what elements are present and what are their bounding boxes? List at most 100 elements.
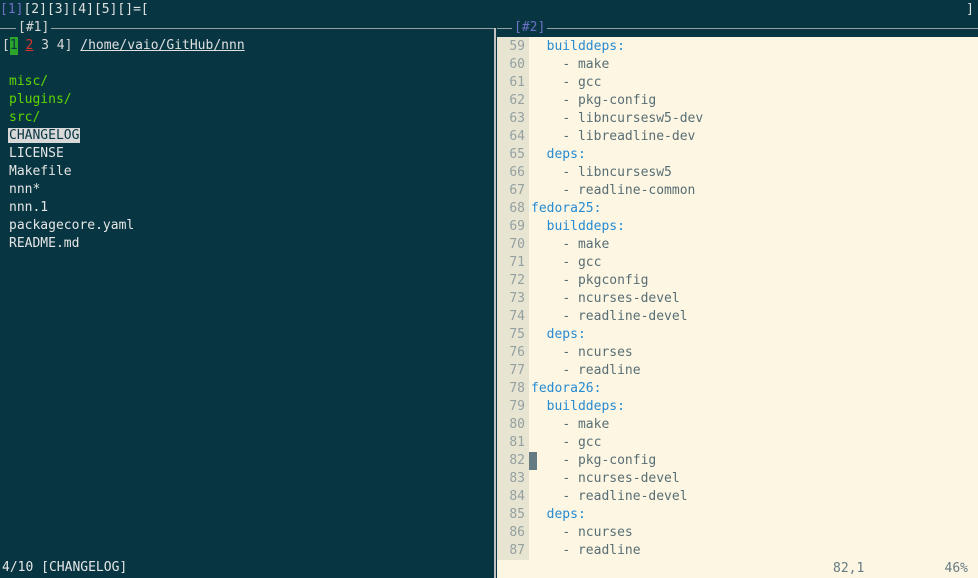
code-line: builddeps: — [531, 218, 625, 236]
line-number: 75 — [509, 327, 525, 342]
line-number: 65 — [509, 147, 525, 162]
file-entry[interactable]: misc/ — [9, 73, 48, 91]
line-number: 78 — [509, 381, 525, 396]
tag-3[interactable]: [3] — [47, 0, 70, 20]
file-entry[interactable]: src/ — [9, 109, 40, 127]
context-1[interactable]: 1 — [9, 37, 18, 55]
yaml-value: - ncurses-devel — [562, 291, 680, 306]
line-number: 84 — [509, 489, 525, 504]
right-pane-title: [#2] — [512, 20, 548, 36]
cursor-position: 82,1 — [833, 561, 865, 576]
yaml-value: - readline-devel — [562, 309, 688, 324]
line-number: 59 — [509, 39, 525, 54]
context-open-bracket: [ — [2, 38, 10, 53]
line-number: 74 — [509, 309, 525, 324]
yaml-value: - libncursesw5-dev — [562, 111, 704, 126]
yaml-key: builddeps: — [546, 219, 625, 234]
code-line: - gcc — [531, 254, 601, 272]
code-line: - readline-devel — [531, 308, 688, 326]
file-entry[interactable]: CHANGELOG — [8, 127, 81, 145]
file-entry[interactable]: nnn* — [9, 181, 40, 199]
directory-name: misc/ — [9, 74, 49, 89]
file-name: packagecore.yaml — [9, 218, 135, 233]
file-entry[interactable]: nnn.1 — [9, 199, 48, 217]
code-line: fedora25: — [531, 200, 601, 218]
code-line: - readline — [531, 362, 641, 380]
code-line: deps: — [531, 506, 586, 524]
yaml-key: builddeps: — [546, 399, 625, 414]
code-line: fedora26: — [531, 380, 601, 398]
file-name: Makefile — [9, 164, 72, 179]
tag-6[interactable]: []=[ — [117, 0, 148, 20]
code-line: deps: — [531, 326, 586, 344]
code-line: - make — [531, 236, 609, 254]
file-entry[interactable]: README.md — [9, 235, 79, 253]
line-number: 76 — [509, 345, 525, 360]
context-4[interactable]: 4 — [57, 37, 65, 55]
yaml-value: - readline — [562, 363, 641, 378]
yaml-value: - gcc — [562, 435, 602, 450]
tag-bar: [1][2][3][4][5][]=[] — [0, 0, 978, 20]
code-line: - pkg-config — [531, 452, 656, 470]
code-line: - libncursesw5 — [531, 164, 672, 182]
line-number: 67 — [509, 183, 525, 198]
code-line: - ncurses — [531, 524, 632, 542]
yaml-value: - readline-devel — [562, 489, 688, 504]
code-line: - make — [531, 416, 609, 434]
line-number: 81 — [509, 435, 525, 450]
code-line: - ncurses-devel — [531, 470, 679, 488]
yaml-value: - make — [562, 417, 610, 432]
yaml-value: - pkgconfig — [562, 273, 649, 288]
file-entry[interactable]: packagecore.yaml — [9, 217, 134, 235]
code-line: - readline-common — [531, 182, 695, 200]
nnn-status-line: 4/10 [CHANGELOG] — [2, 560, 128, 575]
context-close-bracket: ] — [64, 38, 73, 53]
yaml-key: builddeps: — [546, 39, 625, 54]
line-number: 80 — [509, 417, 525, 432]
scroll-percent: 46% — [944, 561, 968, 576]
line-number: 68 — [509, 201, 525, 216]
line-number: 82 — [509, 453, 525, 468]
yaml-key: fedora25: — [531, 201, 602, 216]
line-number: 72 — [509, 273, 525, 288]
file-name: nnn* — [9, 182, 41, 197]
code-line: - libreadline-dev — [531, 128, 695, 146]
directory-name: plugins/ — [9, 92, 72, 107]
tag-5[interactable]: [5] — [94, 0, 117, 20]
editor-pane[interactable]: 59 builddeps: 60 - make 61 - gcc 62 - pkg-c… — [497, 37, 978, 560]
line-number: 79 — [509, 399, 525, 414]
file-name: LICENSE — [9, 146, 64, 161]
context-2[interactable]: 2 — [25, 37, 33, 55]
file-name: README.md — [9, 236, 80, 251]
yaml-value: - gcc — [562, 75, 602, 90]
tag-2[interactable]: [2] — [23, 0, 46, 20]
line-number: 87 — [509, 543, 525, 558]
tag-bar-end-marker: ] — [966, 2, 974, 17]
file-entry[interactable]: plugins/ — [9, 91, 72, 109]
line-number: 62 — [509, 93, 525, 108]
tag-4[interactable]: [4] — [70, 0, 93, 20]
context-3[interactable]: 3 — [41, 37, 49, 55]
yaml-key: deps: — [546, 507, 586, 522]
file-entry[interactable]: Makefile — [9, 163, 72, 181]
tag-1[interactable]: [1] — [0, 0, 23, 20]
file-entry[interactable]: LICENSE — [9, 145, 64, 163]
line-number: 60 — [509, 57, 525, 72]
vim-ruler: 82,1 46% — [497, 560, 978, 578]
code-line: - ncurses — [531, 344, 632, 362]
yaml-value: - pkg-config — [562, 93, 657, 108]
line-number: 77 — [509, 363, 525, 378]
